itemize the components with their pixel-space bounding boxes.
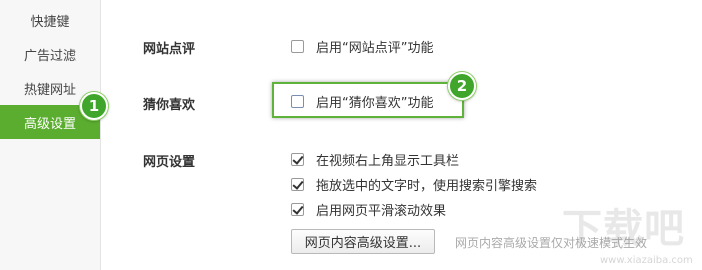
sidebar-item-label: 快捷键 xyxy=(30,14,70,30)
option-drag-search[interactable]: 拖放选中的文字时，使用搜索引擎搜索 xyxy=(291,175,538,194)
site-review-checkbox[interactable] xyxy=(291,39,304,53)
site-review-label: 启用“网站点评”功能 xyxy=(316,40,434,56)
option-site-review[interactable]: 启用“网站点评”功能 xyxy=(291,37,434,56)
option-video-toolbar[interactable]: 在视频右上角显示工具栏 xyxy=(291,150,460,169)
sidebar-item-ad-filter[interactable]: 广告过滤 xyxy=(0,37,100,71)
smooth-scroll-label: 启用网页平滑滚动效果 xyxy=(316,203,447,219)
section-title-site-review: 网站点评 xyxy=(143,42,196,57)
section-title-guess-you-like: 猜你喜欢 xyxy=(143,98,196,113)
section-title-page-settings: 网页设置 xyxy=(143,155,196,170)
sidebar-item-label: 广告过滤 xyxy=(23,48,76,64)
smooth-scroll-checkbox[interactable] xyxy=(291,202,304,216)
advanced-content-settings-button[interactable]: 网页内容高级设置... xyxy=(291,229,435,254)
video-toolbar-checkbox[interactable] xyxy=(291,152,304,166)
option-smooth-scroll[interactable]: 启用网页平滑滚动效果 xyxy=(291,200,447,219)
step-marker-1: 1 xyxy=(80,92,108,120)
drag-search-checkbox[interactable] xyxy=(291,177,304,191)
guess-you-like-checkbox[interactable] xyxy=(291,94,304,108)
video-toolbar-label: 在视频右上角显示工具栏 xyxy=(316,153,460,169)
drag-search-label: 拖放选中的文字时，使用搜索引擎搜索 xyxy=(316,178,538,194)
sidebar-item-label: 热键网址 xyxy=(23,82,76,98)
step-marker-2: 2 xyxy=(448,72,476,100)
settings-sidebar: 快捷键 广告过滤 热键网址 高级设置 xyxy=(0,0,101,270)
sidebar-item-label: 高级设置 xyxy=(23,116,76,132)
sidebar-item-shortcuts[interactable]: 快捷键 xyxy=(0,3,100,37)
option-guess-you-like[interactable]: 启用“猜你喜欢”功能 xyxy=(291,92,434,111)
watermark-url: www.xiazaiba.com xyxy=(600,255,693,266)
guess-you-like-label: 启用“猜你喜欢”功能 xyxy=(316,95,434,111)
watermark-logo: 下载吧 xyxy=(562,206,685,252)
